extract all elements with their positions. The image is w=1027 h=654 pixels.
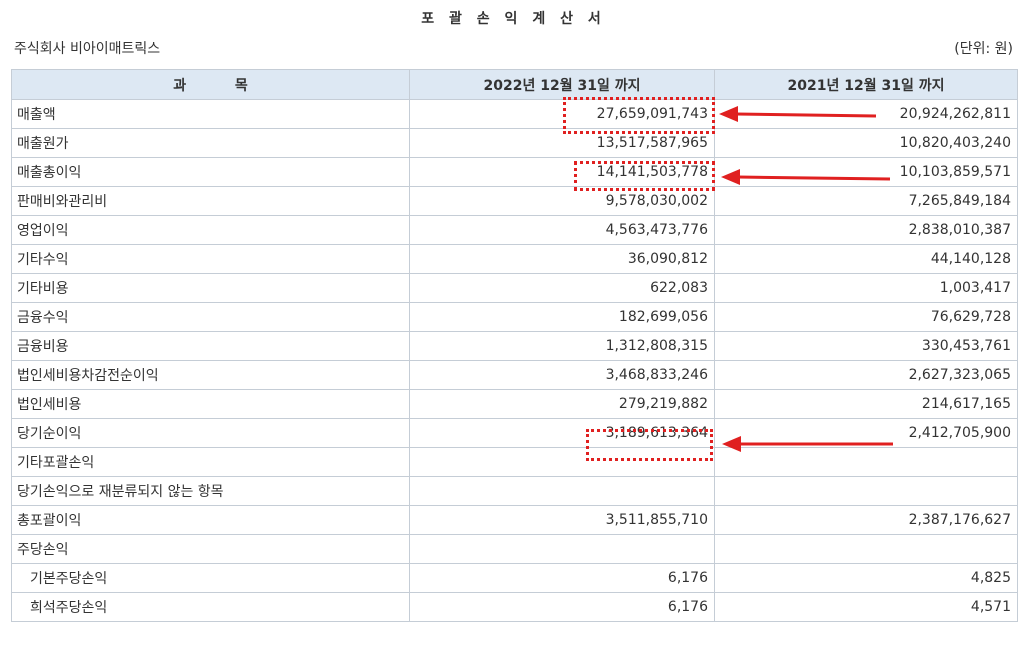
row-current-value: 9,578,030,002 bbox=[409, 186, 715, 216]
row-current-value: 4,563,473,776 bbox=[409, 215, 715, 245]
row-prior-value: 330,453,761 bbox=[714, 331, 1018, 361]
row-label: 총포괄이익 bbox=[11, 505, 410, 535]
table-row: 금융수익 182,699,056 76,629,728 bbox=[11, 302, 1018, 332]
table-row: 당기순이익 3,189,613,364 2,412,705,900 bbox=[11, 418, 1018, 448]
row-label: 매출액 bbox=[11, 99, 410, 129]
row-current-value: 622,083 bbox=[409, 273, 715, 303]
row-prior-value: 20,924,262,811 bbox=[714, 99, 1018, 129]
row-prior-value: 76,629,728 bbox=[714, 302, 1018, 332]
row-label: 기타수익 bbox=[11, 244, 410, 274]
company-name: 주식회사 비아이매트릭스 bbox=[14, 41, 161, 57]
table-row: 희석주당손익 6,176 4,571 bbox=[11, 592, 1018, 622]
table-row: 법인세비용차감전순이익 3,468,833,246 2,627,323,065 bbox=[11, 360, 1018, 390]
row-prior-value: 1,003,417 bbox=[714, 273, 1018, 303]
unit-label: (단위: 원) bbox=[954, 41, 1013, 57]
row-prior-value: 7,265,849,184 bbox=[714, 186, 1018, 216]
table-row: 기본주당손익 6,176 4,825 bbox=[11, 563, 1018, 593]
row-current-value bbox=[409, 447, 715, 477]
row-label: 기타비용 bbox=[11, 273, 410, 303]
row-label: 당기손익으로 재분류되지 않는 항목 bbox=[11, 476, 410, 506]
header-item: 과 목 bbox=[11, 69, 410, 100]
row-label: 기본주당손익 bbox=[11, 563, 410, 593]
table-row: 기타비용 622,083 1,003,417 bbox=[11, 273, 1018, 303]
table-row: 기타수익 36,090,812 44,140,128 bbox=[11, 244, 1018, 274]
row-prior-value bbox=[714, 447, 1018, 477]
row-current-value: 14,141,503,778 bbox=[409, 157, 715, 187]
row-label: 금융비용 bbox=[11, 331, 410, 361]
row-current-value: 6,176 bbox=[409, 592, 715, 622]
row-label: 판매비와관리비 bbox=[11, 186, 410, 216]
header-current-period: 2022년 12월 31일 까지 bbox=[409, 69, 715, 100]
row-current-value bbox=[409, 476, 715, 506]
row-prior-value: 10,820,403,240 bbox=[714, 128, 1018, 158]
table-row: 법인세비용 279,219,882 214,617,165 bbox=[11, 389, 1018, 419]
table-row: 매출액 27,659,091,743 20,924,262,811 bbox=[11, 99, 1018, 129]
row-current-value: 3,189,613,364 bbox=[409, 418, 715, 448]
row-prior-value bbox=[714, 534, 1018, 564]
row-label: 법인세비용차감전순이익 bbox=[11, 360, 410, 390]
row-current-value: 36,090,812 bbox=[409, 244, 715, 274]
row-label: 매출총이익 bbox=[11, 157, 410, 187]
table-row: 당기손익으로 재분류되지 않는 항목 bbox=[11, 476, 1018, 506]
row-prior-value: 44,140,128 bbox=[714, 244, 1018, 274]
row-current-value: 1,312,808,315 bbox=[409, 331, 715, 361]
row-current-value bbox=[409, 534, 715, 564]
row-current-value: 182,699,056 bbox=[409, 302, 715, 332]
row-label: 기타포괄손익 bbox=[11, 447, 410, 477]
table-row: 판매비와관리비 9,578,030,002 7,265,849,184 bbox=[11, 186, 1018, 216]
row-prior-value: 2,838,010,387 bbox=[714, 215, 1018, 245]
row-prior-value: 2,412,705,900 bbox=[714, 418, 1018, 448]
table-row: 총포괄이익 3,511,855,710 2,387,176,627 bbox=[11, 505, 1018, 535]
row-prior-value: 2,387,176,627 bbox=[714, 505, 1018, 535]
row-prior-value: 4,571 bbox=[714, 592, 1018, 622]
table-row: 금융비용 1,312,808,315 330,453,761 bbox=[11, 331, 1018, 361]
row-label: 법인세비용 bbox=[11, 389, 410, 419]
row-label: 당기순이익 bbox=[11, 418, 410, 448]
row-prior-value bbox=[714, 476, 1018, 506]
row-prior-value: 214,617,165 bbox=[714, 389, 1018, 419]
row-current-value: 3,468,833,246 bbox=[409, 360, 715, 390]
table-header-row: 과 목 2022년 12월 31일 까지 2021년 12월 31일 까지 bbox=[11, 69, 1018, 100]
table-row: 주당손익 bbox=[11, 534, 1018, 564]
row-label: 매출원가 bbox=[11, 128, 410, 158]
row-label: 주당손익 bbox=[11, 534, 410, 564]
row-current-value: 3,511,855,710 bbox=[409, 505, 715, 535]
row-label: 영업이익 bbox=[11, 215, 410, 245]
row-current-value: 6,176 bbox=[409, 563, 715, 593]
row-current-value: 27,659,091,743 bbox=[409, 99, 715, 129]
row-label: 금융수익 bbox=[11, 302, 410, 332]
table-row: 영업이익 4,563,473,776 2,838,010,387 bbox=[11, 215, 1018, 245]
table-row: 매출원가 13,517,587,965 10,820,403,240 bbox=[11, 128, 1018, 158]
header-prior-period: 2021년 12월 31일 까지 bbox=[714, 69, 1018, 100]
row-prior-value: 10,103,859,571 bbox=[714, 157, 1018, 187]
statement-title: 포 괄 손 익 계 산 서 bbox=[421, 11, 606, 27]
row-label: 희석주당손익 bbox=[11, 592, 410, 622]
row-current-value: 13,517,587,965 bbox=[409, 128, 715, 158]
income-statement-table: 과 목 2022년 12월 31일 까지 2021년 12월 31일 까지 매출… bbox=[11, 69, 1018, 622]
row-current-value: 279,219,882 bbox=[409, 389, 715, 419]
row-prior-value: 4,825 bbox=[714, 563, 1018, 593]
row-prior-value: 2,627,323,065 bbox=[714, 360, 1018, 390]
table-row: 기타포괄손익 bbox=[11, 447, 1018, 477]
table-row: 매출총이익 14,141,503,778 10,103,859,571 bbox=[11, 157, 1018, 187]
